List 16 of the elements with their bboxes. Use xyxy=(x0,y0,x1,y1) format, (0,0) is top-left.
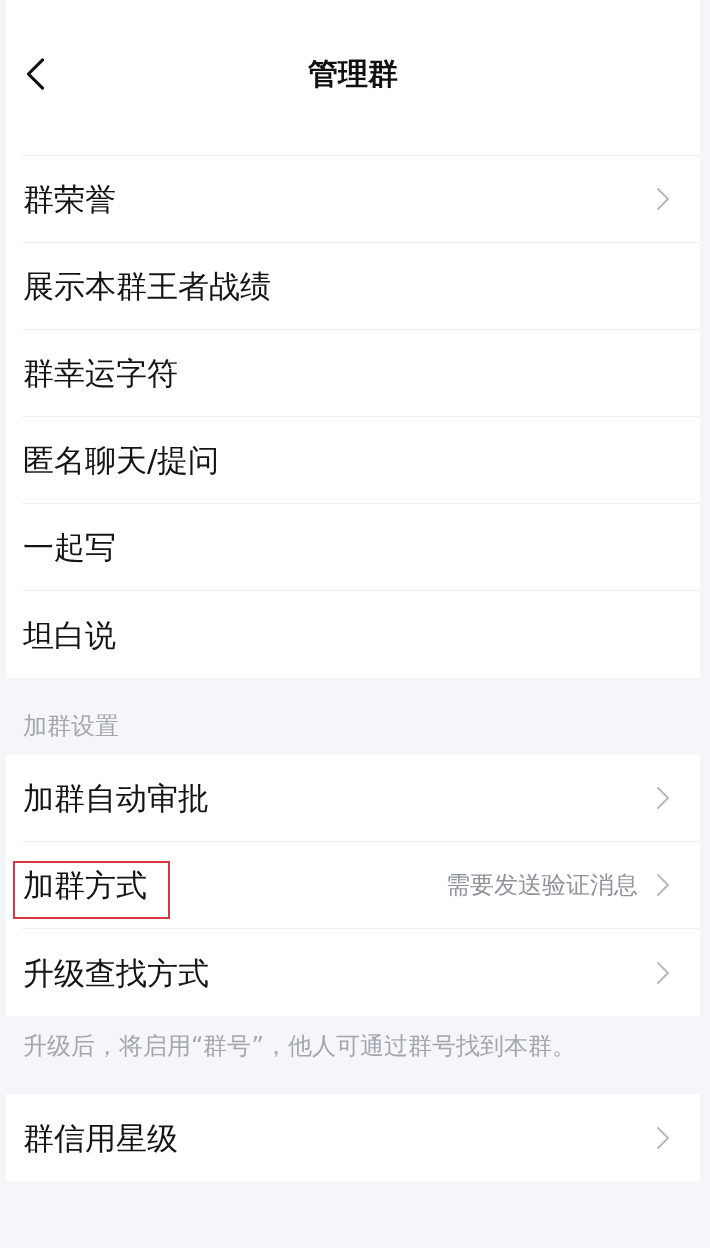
section-title: 加群设置 xyxy=(23,711,119,741)
setting-row[interactable]: 匿名聊天/提问 xyxy=(22,417,700,504)
setting-row[interactable]: 一起写 xyxy=(22,504,700,591)
back-button[interactable] xyxy=(25,56,45,92)
setting-row[interactable]: 加群自动审批 xyxy=(22,755,700,842)
setting-value: 需要发送验证消息 xyxy=(446,870,638,900)
page-title: 管理群 xyxy=(308,56,398,92)
back-icon xyxy=(26,58,44,90)
setting-row[interactable]: 加群方式 需要发送验证消息 xyxy=(22,842,700,929)
setting-row[interactable]: 升级查找方式 xyxy=(22,929,700,1016)
setting-row[interactable]: 群幸运字符 xyxy=(22,330,700,417)
footnote-text: 升级后，将启用“群号”，他人可通过群号找到本群。 xyxy=(23,1032,576,1060)
setting-row[interactable]: 展示本群王者战绩 xyxy=(22,243,700,330)
setting-row[interactable]: 坦白说 xyxy=(22,591,700,678)
setting-row[interactable]: 群荣誉 xyxy=(22,156,700,243)
setting-row[interactable]: 群信用星级 xyxy=(22,1094,700,1181)
